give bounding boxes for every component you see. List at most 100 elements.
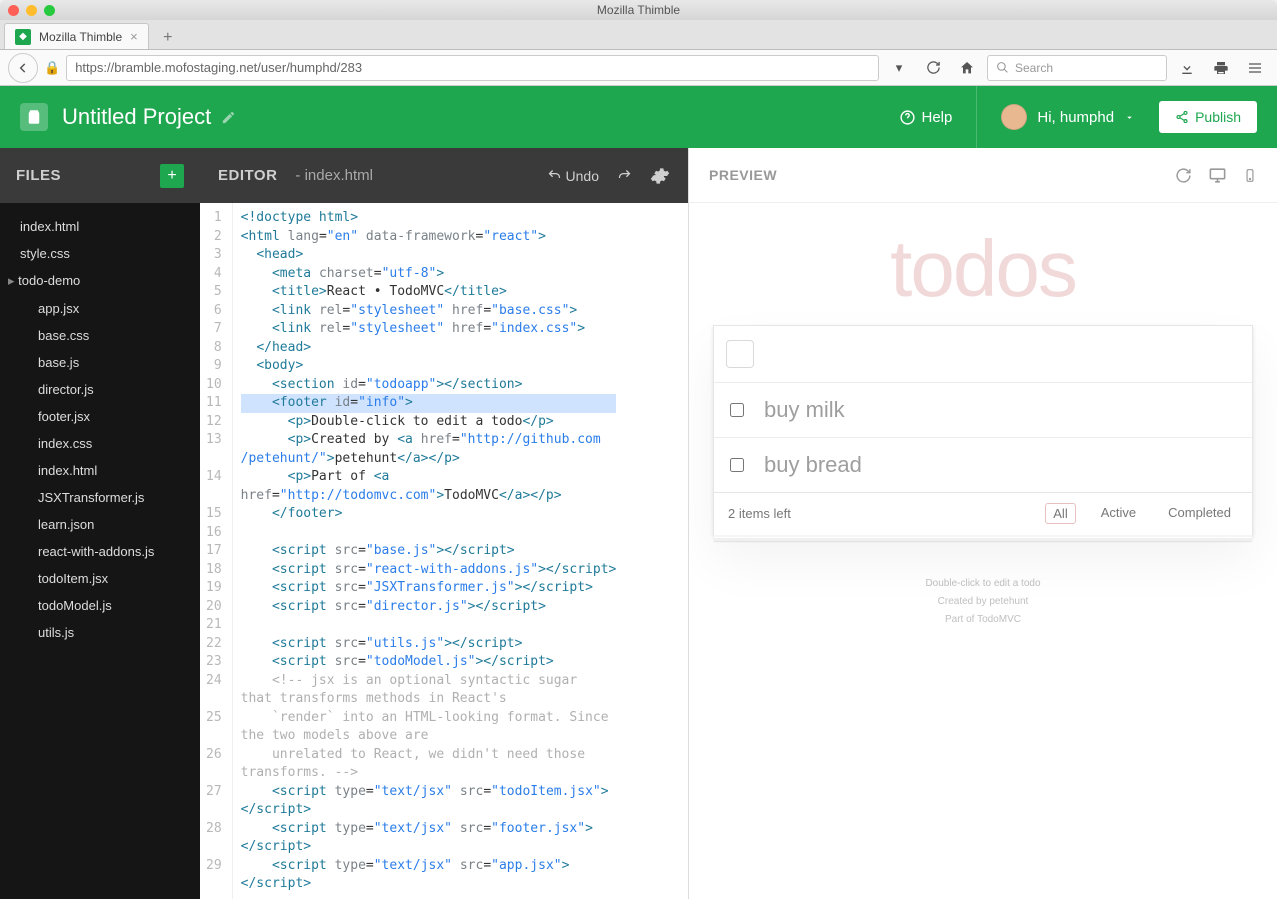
- redo-button[interactable]: [617, 168, 632, 183]
- preview-mobile-button[interactable]: [1243, 167, 1257, 184]
- publish-button[interactable]: Publish: [1159, 101, 1257, 133]
- main: FILES + index.htmlstyle.csstodo-demoapp.…: [0, 148, 1277, 899]
- reload-button[interactable]: [919, 54, 947, 82]
- toggle-all-checkbox[interactable]: [726, 340, 754, 368]
- menu-button[interactable]: [1241, 54, 1269, 82]
- petehunt-link[interactable]: petehunt: [989, 596, 1028, 607]
- file-item[interactable]: app.jsx: [0, 295, 200, 322]
- url-bar[interactable]: https://bramble.mofostaging.net/user/hum…: [66, 55, 879, 81]
- browser-tab[interactable]: ◆ Mozilla Thimble ×: [4, 23, 149, 49]
- url-text: https://bramble.mofostaging.net/user/hum…: [75, 60, 362, 75]
- todo-text: buy bread: [764, 452, 862, 478]
- file-item[interactable]: index.html: [0, 213, 200, 240]
- editor-settings-button[interactable]: [650, 166, 670, 186]
- file-item[interactable]: JSXTransformer.js: [0, 484, 200, 511]
- chevron-down-icon: [1124, 112, 1135, 123]
- browser-toolbar: 🔒 https://bramble.mofostaging.net/user/h…: [0, 50, 1277, 86]
- lock-icon: 🔒: [44, 60, 60, 76]
- files-panel: FILES + index.htmlstyle.csstodo-demoapp.…: [0, 148, 200, 899]
- files-title: FILES: [16, 167, 61, 184]
- avatar: [1001, 104, 1027, 130]
- editor-header: EDITOR - index.html Undo: [200, 148, 688, 203]
- tab-title: Mozilla Thimble: [39, 30, 122, 44]
- file-item[interactable]: director.js: [0, 376, 200, 403]
- code-editor[interactable]: 1234567891011121314151617181920212223242…: [200, 203, 688, 899]
- redo-icon: [617, 168, 632, 183]
- downloads-button[interactable]: [1173, 54, 1201, 82]
- editor-filename: - index.html: [295, 167, 373, 184]
- search-placeholder: Search: [1015, 61, 1053, 75]
- todos-heading: todos: [890, 223, 1076, 315]
- file-item[interactable]: style.css: [0, 240, 200, 267]
- file-item[interactable]: footer.jsx: [0, 403, 200, 430]
- project-title: Untitled Project: [62, 104, 211, 130]
- preview-refresh-button[interactable]: [1175, 167, 1192, 184]
- file-item[interactable]: utils.js: [0, 619, 200, 646]
- file-item[interactable]: base.css: [0, 322, 200, 349]
- file-list: index.htmlstyle.csstodo-demoapp.jsxbase.…: [0, 203, 200, 656]
- divider: [976, 86, 977, 148]
- todo-list: buy milk buy bread: [714, 382, 1252, 492]
- pencil-icon: [221, 110, 236, 125]
- filters: All Active Completed: [1045, 503, 1238, 524]
- filter-all[interactable]: All: [1045, 503, 1075, 524]
- todo-footer: 2 items left All Active Completed: [714, 492, 1252, 534]
- preview-body: todos buy milk buy bread 2 items left All…: [689, 203, 1277, 899]
- filter-completed[interactable]: Completed: [1161, 503, 1238, 524]
- tab-close-icon[interactable]: ×: [130, 29, 138, 44]
- file-item[interactable]: index.html: [0, 457, 200, 484]
- info-line-2: Created by petehunt: [925, 593, 1040, 611]
- folder-item[interactable]: todo-demo: [0, 267, 200, 295]
- undo-button[interactable]: Undo: [547, 168, 599, 184]
- new-tab-button[interactable]: +: [155, 27, 181, 49]
- file-item[interactable]: base.js: [0, 349, 200, 376]
- window-close-icon[interactable]: [8, 5, 19, 16]
- items-left: 2 items left: [728, 506, 791, 521]
- thimble-favicon-icon: ◆: [15, 29, 31, 45]
- info-line-1: Double-click to edit a todo: [925, 575, 1040, 593]
- file-item[interactable]: todoModel.js: [0, 592, 200, 619]
- search-bar[interactable]: Search: [987, 55, 1167, 81]
- print-button[interactable]: [1207, 54, 1235, 82]
- add-file-button[interactable]: +: [160, 164, 184, 188]
- reader-toggle-icon[interactable]: ▾: [885, 54, 913, 82]
- todo-item[interactable]: buy milk: [714, 382, 1252, 437]
- help-link[interactable]: Help: [899, 109, 953, 126]
- filter-active[interactable]: Active: [1094, 503, 1143, 524]
- info-line-3: Part of TodoMVC: [925, 611, 1040, 629]
- browser-tabstrip: ◆ Mozilla Thimble × +: [0, 20, 1277, 50]
- todo-text: buy milk: [764, 397, 845, 423]
- app-header: Untitled Project Help Hi, humphd Publish: [0, 86, 1277, 148]
- file-item[interactable]: index.css: [0, 430, 200, 457]
- preview-desktop-button[interactable]: [1208, 166, 1227, 185]
- window-title: Mozilla Thimble: [0, 3, 1277, 17]
- thimble-logo-icon[interactable]: [20, 103, 48, 131]
- rename-project-button[interactable]: [221, 110, 236, 125]
- user-menu[interactable]: Hi, humphd: [1001, 104, 1135, 130]
- file-item[interactable]: react-with-addons.js: [0, 538, 200, 565]
- window-minimize-icon[interactable]: [26, 5, 37, 16]
- window-zoom-icon[interactable]: [44, 5, 55, 16]
- todomvc-link[interactable]: TodoMVC: [977, 614, 1021, 625]
- search-icon: [996, 61, 1009, 74]
- file-item[interactable]: todoItem.jsx: [0, 565, 200, 592]
- preview-info: Double-click to edit a todo Created by p…: [925, 575, 1040, 629]
- home-button[interactable]: [953, 54, 981, 82]
- todo-checkbox[interactable]: [730, 458, 744, 472]
- back-button[interactable]: [8, 53, 38, 83]
- gear-icon: [650, 166, 670, 186]
- preview-title: PREVIEW: [709, 167, 777, 183]
- preview-header: PREVIEW: [689, 148, 1277, 203]
- editor-panel: EDITOR - index.html Undo 123456789101112…: [200, 148, 689, 899]
- files-header: FILES +: [0, 148, 200, 203]
- file-item[interactable]: learn.json: [0, 511, 200, 538]
- mobile-icon: [1243, 167, 1257, 184]
- mac-titlebar: Mozilla Thimble: [0, 0, 1277, 20]
- undo-icon: [547, 168, 562, 183]
- refresh-icon: [1175, 167, 1192, 184]
- editor-title: EDITOR: [218, 167, 277, 184]
- desktop-icon: [1208, 166, 1227, 185]
- todo-item[interactable]: buy bread: [714, 437, 1252, 492]
- todo-checkbox[interactable]: [730, 403, 744, 417]
- preview-panel: PREVIEW todos buy milk buy bread 2 items …: [689, 148, 1277, 899]
